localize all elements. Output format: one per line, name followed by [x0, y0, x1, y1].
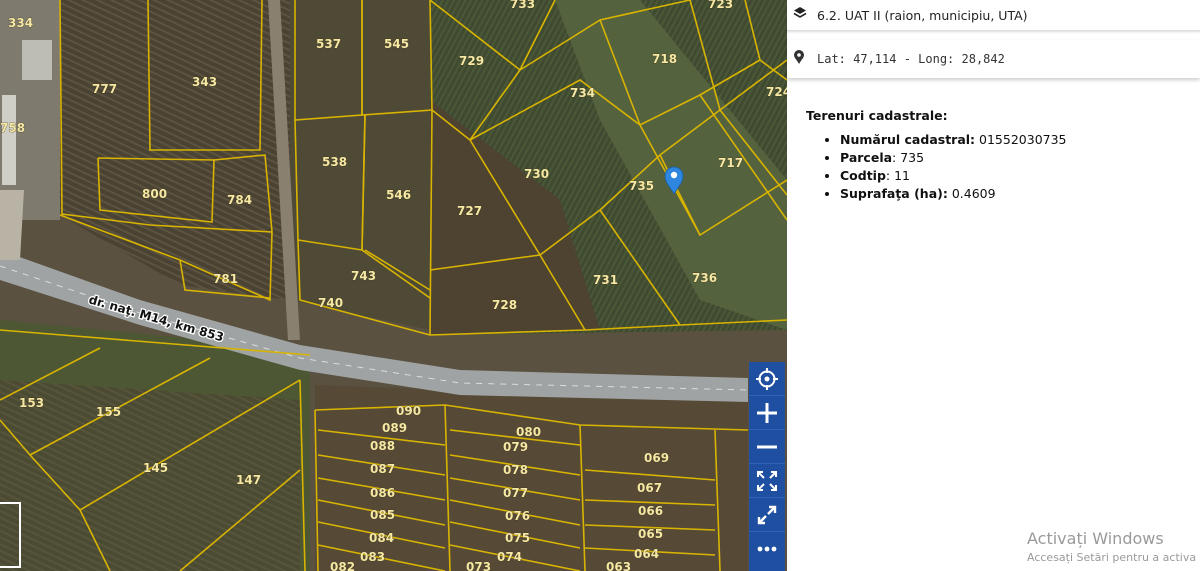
field-label: Numărul cadastral:: [840, 132, 976, 147]
field-label: Codtip: [840, 168, 886, 183]
layer-selector[interactable]: 6.2. UAT II (raion, municipiu, UTA): [787, 0, 1200, 31]
field-label: Suprafaţa (ha):: [840, 186, 948, 201]
coordinates-text: Lat: 47,114 - Long: 28,842: [817, 52, 1005, 66]
parcel-label[interactable]: 727: [457, 204, 483, 219]
layers-icon: [793, 6, 807, 25]
parcel-label[interactable]: 086: [370, 486, 396, 501]
parcel-label[interactable]: 147: [236, 473, 262, 488]
parcel-label[interactable]: 076: [505, 509, 531, 524]
parcel-label[interactable]: 730: [524, 167, 550, 182]
parcel-info: Terenuri cadastrale: Numărul cadastral: …: [806, 108, 1067, 204]
parcel-label[interactable]: 734: [570, 86, 596, 101]
parcel-label[interactable]: 736: [692, 271, 718, 286]
more-icon: [756, 538, 778, 560]
map-canvas[interactable]: 334 537 545 733 718 723 343 777 729 734 …: [0, 0, 787, 571]
parcel-label[interactable]: 740: [318, 296, 344, 311]
parcel-fields: Numărul cadastral: 01552030735 Parcela: …: [806, 132, 1067, 201]
parcel-label[interactable]: 537: [316, 37, 342, 52]
field-area: Suprafaţa (ha): 0.4609: [840, 186, 1067, 201]
building: [22, 40, 52, 80]
parcel-label[interactable]: 777: [92, 82, 118, 97]
info-panel: 6.2. UAT II (raion, municipiu, UTA) Lat:…: [787, 0, 1200, 571]
parcel-label[interactable]: 083: [360, 550, 386, 565]
location-pin-icon: [793, 49, 805, 69]
field-value: : 735: [892, 150, 925, 165]
parcel-label[interactable]: 781: [213, 272, 239, 287]
map-controls: [749, 362, 785, 571]
cadastral-map[interactable]: 334 537 545 733 718 723 343 777 729 734 …: [0, 0, 787, 571]
parcel-label[interactable]: 090: [396, 404, 422, 419]
parcel-label[interactable]: 731: [593, 273, 619, 288]
parcel-label[interactable]: 078: [503, 463, 529, 478]
field-value: 0.4609: [947, 186, 996, 201]
parcel-label[interactable]: 800: [142, 187, 168, 202]
locate-button[interactable]: [749, 362, 785, 396]
info-title: Terenuri cadastrale:: [806, 108, 948, 123]
watermark-subtitle: Accesați Setări pentru a activa W: [1027, 551, 1200, 564]
parcel-label[interactable]: 074: [497, 550, 523, 565]
coordinates-bar: Lat: 47,114 - Long: 28,842: [787, 40, 1200, 78]
parcel-label[interactable]: 718: [652, 52, 678, 67]
parcel-label[interactable]: 073: [466, 560, 492, 571]
parcel-label[interactable]: 082: [330, 560, 356, 571]
parcel-label[interactable]: 079: [503, 440, 529, 455]
dirt-road: [0, 190, 24, 260]
parcel-label[interactable]: 066: [638, 504, 664, 519]
fullscreen-button[interactable]: [749, 498, 785, 532]
parcel-label[interactable]: 065: [638, 527, 664, 542]
parcel-label[interactable]: 084: [369, 531, 395, 546]
field-parcel: Parcela: 735: [840, 150, 1067, 165]
fullscreen-icon: [756, 504, 778, 526]
windows-activation-watermark: Activați Windows Accesați Setări pentru …: [1027, 529, 1200, 564]
parcel-label[interactable]: 063: [606, 560, 632, 571]
plus-icon: [756, 402, 778, 424]
parcel-label[interactable]: 723: [708, 0, 734, 11]
parcel-label[interactable]: 724: [766, 85, 787, 100]
parcel-label[interactable]: 743: [351, 269, 377, 284]
parcel-label[interactable]: 080: [516, 425, 542, 440]
parcel-label[interactable]: 735: [629, 179, 655, 194]
field-value: : 11: [885, 168, 911, 183]
zoom-in-button[interactable]: [749, 396, 785, 430]
scale-bar: [0, 502, 21, 568]
parcel-label[interactable]: 343: [192, 75, 218, 90]
field-codtip: Codtip: 11: [840, 168, 1067, 183]
minus-icon: [756, 436, 778, 458]
parcel-label[interactable]: 088: [370, 439, 396, 454]
parcel-label[interactable]: 155: [96, 405, 122, 420]
layer-label: 6.2. UAT II (raion, municipiu, UTA): [817, 7, 1028, 23]
parcel-label[interactable]: 069: [644, 451, 670, 466]
parcel-label[interactable]: 758: [0, 121, 25, 136]
parcel-label[interactable]: 145: [143, 461, 169, 476]
crosshair-icon: [756, 367, 778, 390]
field-value: 01552030735: [975, 132, 1067, 147]
parcel-label[interactable]: 546: [386, 188, 412, 203]
field-cadastral-number: Numărul cadastral: 01552030735: [840, 132, 1067, 147]
full-extent-button[interactable]: [749, 464, 785, 498]
parcel-label[interactable]: 717: [718, 156, 744, 171]
more-options-button[interactable]: [749, 532, 785, 566]
parcel-label[interactable]: 067: [637, 481, 663, 496]
parcel-label[interactable]: 085: [370, 508, 396, 523]
parcel-label[interactable]: 538: [322, 155, 348, 170]
zoom-out-button[interactable]: [749, 430, 785, 464]
field-label: Parcela: [840, 150, 893, 165]
parcel-label[interactable]: 077: [503, 486, 529, 501]
parcel-label[interactable]: 728: [492, 298, 518, 313]
parcel-label[interactable]: 075: [505, 531, 531, 546]
parcel-label[interactable]: 153: [19, 396, 45, 411]
parcel-label[interactable]: 545: [384, 37, 410, 52]
parcel-label[interactable]: 729: [459, 54, 485, 69]
parcel-label[interactable]: 733: [510, 0, 536, 11]
parcel-label[interactable]: 784: [227, 193, 253, 208]
parcel-label[interactable]: 064: [634, 547, 660, 562]
expand-icon: [756, 470, 778, 492]
parcel-label[interactable]: 087: [370, 462, 396, 477]
building: [2, 95, 16, 185]
parcel-label[interactable]: 334: [8, 16, 34, 31]
watermark-title: Activați Windows: [1027, 529, 1164, 548]
parcel-label[interactable]: 089: [382, 421, 408, 436]
